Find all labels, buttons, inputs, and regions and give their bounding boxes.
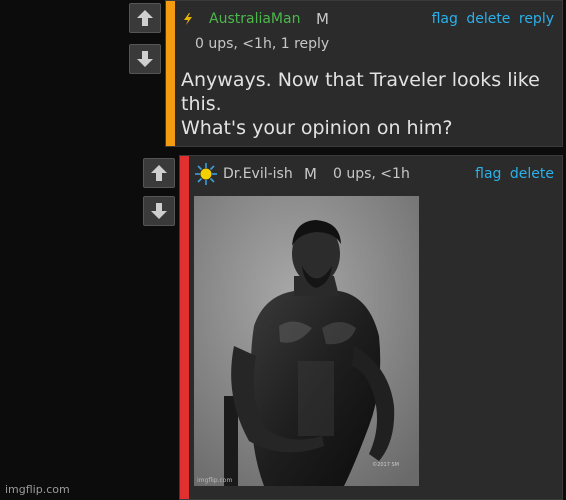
vote-column bbox=[143, 158, 177, 230]
delete-link[interactable]: delete bbox=[466, 11, 510, 27]
delete-link[interactable]: delete bbox=[510, 166, 554, 182]
sun-icon bbox=[195, 163, 217, 189]
comment-actions: flag delete reply bbox=[428, 11, 554, 27]
comment-author[interactable]: Dr.Evil-ish bbox=[223, 166, 293, 182]
downvote-button[interactable] bbox=[129, 44, 161, 74]
downvote-button[interactable] bbox=[143, 196, 175, 226]
author-gender: M bbox=[304, 165, 317, 183]
comment-author[interactable]: AustraliaMan bbox=[209, 11, 300, 27]
comment: AustraliaMan M flag delete reply 0 ups, … bbox=[165, 0, 563, 147]
comment: Dr.Evil-ish M 0 ups, <1h flag delete img… bbox=[179, 155, 563, 500]
comment-accent-bar bbox=[166, 1, 175, 146]
vote-column bbox=[129, 3, 163, 75]
comment-text-line: Anyways. Now that Traveler looks like bbox=[181, 69, 540, 91]
comment-accent-bar bbox=[180, 156, 189, 499]
comment-text-line: this. bbox=[181, 93, 222, 115]
reply-link[interactable]: reply bbox=[519, 11, 554, 27]
image-inner-watermark: imgflip.com bbox=[197, 477, 233, 484]
comment-actions: flag delete bbox=[471, 166, 554, 182]
comment-text-line: What's your opinion on him? bbox=[181, 117, 453, 139]
author-gender: M bbox=[316, 10, 329, 28]
arrow-up-icon bbox=[151, 165, 167, 181]
upvote-button[interactable] bbox=[129, 3, 161, 33]
comment-image[interactable]: imgflip.com ©2017 SM bbox=[194, 196, 419, 486]
comment-meta: 0 ups, <1h bbox=[333, 166, 410, 182]
muscular-man-photo bbox=[194, 196, 419, 486]
arrow-down-icon bbox=[151, 203, 167, 219]
arrow-up-icon bbox=[137, 10, 153, 26]
upvote-button[interactable] bbox=[143, 158, 175, 188]
image-signature: ©2017 SM bbox=[372, 462, 399, 468]
comment-meta: 0 ups, <1h, 1 reply bbox=[195, 36, 330, 52]
flag-link[interactable]: flag bbox=[432, 11, 458, 27]
site-watermark: imgflip.com bbox=[5, 483, 70, 496]
lightning-icon bbox=[183, 10, 193, 29]
flag-link[interactable]: flag bbox=[475, 166, 501, 182]
comment-text: Anyways. Now that Traveler looks like th… bbox=[181, 68, 540, 140]
arrow-down-icon bbox=[137, 51, 153, 67]
